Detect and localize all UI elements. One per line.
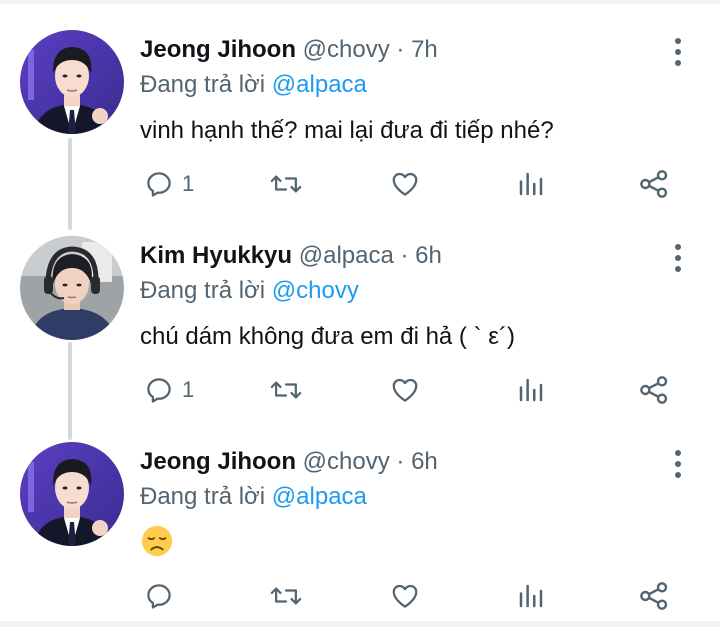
analytics-button[interactable] [516,164,546,204]
avatar[interactable] [20,236,124,340]
reply-icon [147,378,171,403]
share-icon [640,582,668,610]
like-button[interactable] [390,164,420,204]
analytics-button[interactable] [516,576,546,616]
retweet-button[interactable] [270,576,302,616]
like-icon [392,584,418,608]
action-bar: 1 [140,164,700,204]
replying-prefix: Đang trả lời [140,277,266,304]
tweet-header: Kim Hyukkyu @alpaca · 6h [140,240,442,272]
analytics-icon [519,378,543,402]
like-button[interactable] [390,370,420,410]
tweet[interactable]: Kim Hyukkyu @alpaca · 6h Đang trả lời @c… [0,206,720,412]
display-name[interactable]: Kim Hyukkyu [140,242,292,269]
reply-icon [147,172,171,197]
timestamp[interactable]: 7h [411,36,438,63]
reply-button[interactable] [144,576,174,616]
more-icon[interactable] [664,448,692,482]
tweet-header: Jeong Jihoon @chovy · 6h [140,446,438,478]
analytics-icon [519,584,543,608]
retweet-button[interactable] [270,164,302,204]
mention-link[interactable]: @chovy [272,277,359,304]
user-handle[interactable]: @alpaca [299,242,394,269]
retweet-icon [270,175,302,193]
avatar[interactable] [20,30,124,134]
tweet-header: Jeong Jihoon @chovy · 7h [140,34,438,66]
analytics-button[interactable] [516,370,546,410]
separator-dot: · [396,36,405,63]
avatar[interactable] [20,442,124,546]
more-icon[interactable] [664,242,692,276]
retweet-icon [270,381,302,399]
bottom-divider [0,621,720,627]
tweet-text: chú dám không đưa em đi hả ( ` ε´) [140,323,515,350]
like-icon [392,378,418,402]
separator-dot: · [400,242,409,269]
separator-dot: · [396,448,405,475]
analytics-icon [519,172,543,196]
replying-to: Đang trả lời @alpaca [140,480,367,514]
share-icon [640,170,668,198]
mention-link[interactable]: @alpaca [272,71,367,98]
replying-prefix: Đang trả lời [140,71,266,98]
tweet-text: vinh hạnh thế? mai lại đưa đi tiếp nhé? [140,117,554,144]
display-name[interactable]: Jeong Jihoon [140,36,296,63]
timestamp[interactable]: 6h [411,448,438,475]
share-button[interactable] [638,370,670,410]
share-button[interactable] [638,576,670,616]
user-handle[interactable]: @chovy [303,448,390,475]
action-bar [140,576,700,616]
mention-link[interactable]: @alpaca [272,483,367,510]
display-name[interactable]: Jeong Jihoon [140,448,296,475]
user-handle[interactable]: @chovy [303,36,390,63]
retweet-button[interactable] [270,370,302,410]
share-icon [640,376,668,404]
tweet[interactable]: Jeong Jihoon @chovy · 6h Đang trả lời @a… [0,412,720,618]
like-button[interactable] [390,576,420,616]
reply-icon [147,584,171,609]
replying-prefix: Đang trả lời [140,483,266,510]
action-bar: 1 [140,370,700,410]
like-icon [392,172,418,196]
share-button[interactable] [638,164,670,204]
reply-button[interactable]: 1 [144,164,194,204]
tweet[interactable]: Jeong Jihoon @chovy · 7h Đang trả lời @a… [0,0,720,206]
disappointed-face-emoji [140,524,174,558]
replying-to: Đang trả lời @alpaca [140,68,367,102]
replying-to: Đang trả lời @chovy [140,274,359,308]
timestamp[interactable]: 6h [415,242,442,269]
reply-count: 1 [182,171,195,196]
reply-count: 1 [182,377,195,402]
retweet-icon [270,587,302,605]
reply-button[interactable]: 1 [144,370,194,410]
more-icon[interactable] [664,36,692,70]
